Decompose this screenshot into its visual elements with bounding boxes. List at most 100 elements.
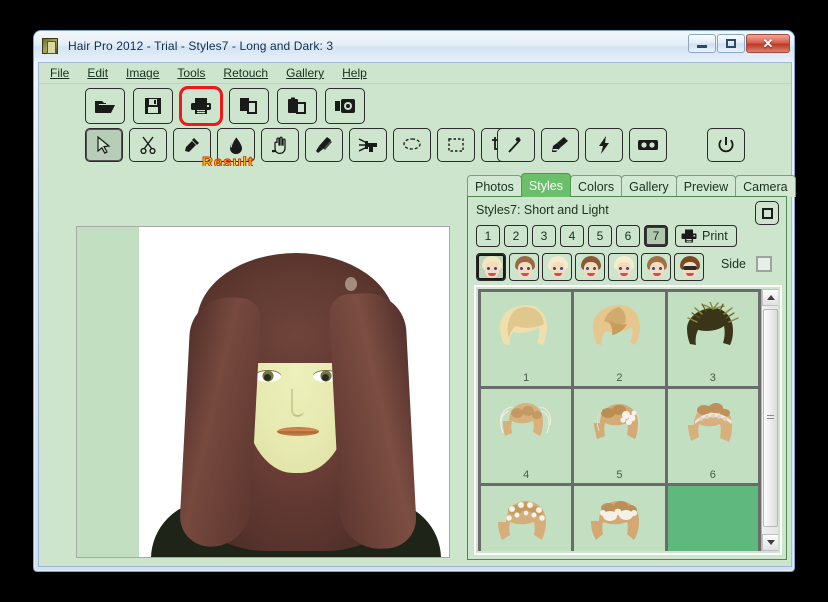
close-button[interactable]: ✕ (746, 34, 790, 53)
maximize-icon (726, 39, 736, 48)
page-button-2[interactable]: 2 (504, 225, 528, 247)
panel-maximize-button[interactable] (755, 201, 779, 225)
page-button-6[interactable]: 6 (616, 225, 640, 247)
face-eyes-icon (586, 267, 596, 270)
style-thumbnail-2[interactable]: 2 (574, 292, 664, 386)
face-filter-4[interactable] (575, 253, 605, 281)
print-button[interactable] (181, 88, 221, 124)
page-button-row: 1 2 3 4 5 6 7 (476, 225, 737, 247)
tab-camera-label: Camera (743, 180, 787, 194)
printer-icon (190, 97, 212, 115)
face-eyes-icon (487, 267, 497, 270)
hairstyle-preview-icon (588, 399, 650, 455)
hairstyle-preview-icon (495, 302, 557, 358)
tab-preview[interactable]: Preview (676, 175, 736, 197)
tab-photos[interactable]: Photos (467, 175, 522, 197)
toolbar-zone: Result (39, 84, 791, 164)
face-filter-row (476, 253, 704, 281)
face-filter-6[interactable] (641, 253, 671, 281)
scissors-icon (139, 136, 157, 154)
portrait-hair-strand-left (179, 295, 262, 548)
airbrush-tool[interactable] (349, 128, 387, 162)
face-filter-1[interactable] (476, 253, 506, 281)
menu-gallery[interactable]: Gallery (286, 66, 324, 80)
minimize-icon (697, 45, 707, 48)
lightning-bolt-icon (597, 135, 611, 155)
close-icon: ✕ (763, 37, 774, 50)
clipboard-paste-icon (287, 97, 307, 115)
makeup-brush-tool[interactable] (305, 128, 343, 162)
power-icon (717, 136, 735, 154)
tape-tool[interactable] (629, 128, 667, 162)
portrait-hair-strand-right (328, 291, 417, 551)
open-file-button[interactable] (85, 88, 125, 124)
portrait-mouth (277, 427, 319, 436)
tab-gallery[interactable]: Gallery (621, 175, 677, 197)
menu-image[interactable]: Image (126, 66, 159, 80)
tab-colors[interactable]: Colors (570, 175, 622, 197)
copy-button[interactable] (229, 88, 269, 124)
triangle-up-icon (767, 295, 775, 300)
paste-button[interactable] (277, 88, 317, 124)
menu-bar: File Edit Image Tools Retouch Gallery He… (39, 63, 791, 84)
menu-edit[interactable]: Edit (87, 66, 108, 80)
scroll-down-button[interactable] (762, 534, 778, 551)
screen: Hair Pro 2012 - Trial - Styles7 - Long a… (0, 0, 828, 602)
style-thumbnail-4[interactable]: 4 (481, 389, 571, 483)
style-thumbnail-1[interactable]: 1 (481, 292, 571, 386)
client-area: File Edit Image Tools Retouch Gallery He… (38, 62, 792, 567)
face-filter-3[interactable] (542, 253, 572, 281)
minimize-button[interactable] (688, 34, 716, 53)
portrait-hair-part (345, 277, 357, 291)
page-button-7[interactable]: 7 (644, 225, 668, 247)
menu-tools[interactable]: Tools (177, 66, 205, 80)
menu-retouch[interactable]: Retouch (223, 66, 268, 80)
result-overlay-text: Result (202, 156, 254, 166)
power-toolbar (707, 128, 745, 162)
menu-help[interactable]: Help (342, 66, 367, 80)
face-filter-2[interactable] (509, 253, 539, 281)
scroll-up-button[interactable] (762, 289, 778, 306)
tab-styles[interactable]: Styles (521, 173, 571, 197)
hand-tool[interactable] (261, 128, 299, 162)
lasso-tool[interactable] (393, 128, 431, 162)
styles-caption: Styles7: Short and Light (476, 203, 609, 217)
page-button-3[interactable]: 3 (532, 225, 556, 247)
magic-wand-tool[interactable] (497, 128, 535, 162)
eyedropper-icon (183, 136, 201, 154)
maximize-button[interactable] (717, 34, 745, 53)
power-button[interactable] (707, 128, 745, 162)
lasso-icon (402, 137, 422, 153)
page-button-5[interactable]: 5 (588, 225, 612, 247)
photo-canvas[interactable] (76, 226, 450, 558)
portrait-nose (291, 389, 304, 417)
scissors-tool[interactable] (129, 128, 167, 162)
tab-preview-label: Preview (684, 180, 728, 194)
style-thumbnail-5[interactable]: 5 (574, 389, 664, 483)
capture-button[interactable] (325, 88, 365, 124)
main-area: Photos Styles Colors Gallery Preview Cam… (39, 165, 791, 566)
tab-camera[interactable]: Camera (735, 175, 795, 197)
panel-print-button[interactable]: Print (675, 225, 737, 247)
lightning-tool[interactable] (585, 128, 623, 162)
style-grid-scrollbar[interactable] (761, 289, 778, 551)
app-icon (42, 38, 58, 54)
face-filter-7[interactable] (674, 253, 704, 281)
tools-toolbar (85, 128, 519, 162)
page-button-4[interactable]: 4 (560, 225, 584, 247)
save-file-button[interactable] (133, 88, 173, 124)
paint-brush-tool[interactable] (541, 128, 579, 162)
menu-file[interactable]: File (50, 66, 69, 80)
style-thumbnail-3[interactable]: 3 (668, 292, 758, 386)
title-bar: Hair Pro 2012 - Trial - Styles7 - Long a… (34, 31, 794, 61)
style-thumbnail-8[interactable]: 8 (574, 486, 664, 551)
rect-select-tool[interactable] (437, 128, 475, 162)
style-grid: 1 2 (474, 285, 782, 555)
scrollbar-thumb[interactable] (763, 309, 778, 527)
side-checkbox[interactable] (756, 256, 772, 272)
face-filter-5[interactable] (608, 253, 638, 281)
page-button-1[interactable]: 1 (476, 225, 500, 247)
style-thumbnail-6[interactable]: 6 (668, 389, 758, 483)
style-thumbnail-7[interactable]: 7 (481, 486, 571, 551)
pointer-tool[interactable] (85, 128, 123, 162)
